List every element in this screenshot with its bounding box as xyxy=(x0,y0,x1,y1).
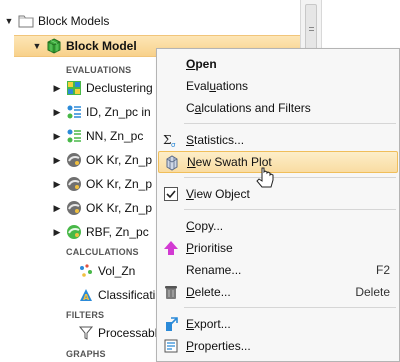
mouse-cursor-icon xyxy=(255,166,277,190)
tree-item-evaluation[interactable]: ▶ NN, Zn_pc xyxy=(52,125,156,147)
collapsed-arrow-icon[interactable]: ▶ xyxy=(52,203,62,213)
tree-item-label: OK Kr, Zn_p xyxy=(86,177,153,191)
tree-item-label: OK Kr, Zn_p xyxy=(86,153,153,167)
tree-item-label: Classificati xyxy=(98,288,156,302)
collapsed-arrow-icon[interactable]: ▶ xyxy=(52,83,62,93)
menu-item-copy[interactable]: Copy... xyxy=(158,215,398,237)
menu-separator xyxy=(184,307,396,308)
menu-item-export[interactable]: Export... xyxy=(158,313,398,335)
tree-item-calculation[interactable]: A Classificati xyxy=(78,284,156,306)
expand-arrow-icon[interactable]: ▼ xyxy=(32,41,42,51)
shortcut-label: Delete xyxy=(355,285,390,299)
menu-separator xyxy=(184,177,396,178)
shortcut-label: F2 xyxy=(375,263,390,277)
menu-item-view-object[interactable]: View Object xyxy=(158,183,398,205)
collapsed-arrow-icon[interactable]: ▶ xyxy=(52,107,62,117)
checkbox-checked-icon[interactable] xyxy=(163,186,179,202)
tree-item-label: ID, Zn_pc in xyxy=(86,105,151,119)
menu-item-properties[interactable]: Properties... xyxy=(158,335,398,357)
expand-arrow-icon[interactable]: ▼ xyxy=(4,16,14,26)
tree-item-evaluation[interactable]: ▶ RBF, Zn_pc xyxy=(52,221,156,243)
svg-text:σ: σ xyxy=(171,141,176,148)
swath-plot-icon xyxy=(164,155,180,171)
folder-icon xyxy=(18,13,34,29)
calculation-icon xyxy=(78,263,94,279)
menu-item-open[interactable]: Open xyxy=(158,53,398,75)
export-icon xyxy=(163,316,179,332)
collapsed-arrow-icon[interactable]: ▶ xyxy=(52,131,62,141)
menu-item-new-swath-plot[interactable]: New Swath Plot xyxy=(158,151,398,173)
tree-item-label: Block Models xyxy=(38,14,110,28)
tree-item-evaluation[interactable]: ▶ ID, Zn_pc in xyxy=(52,101,156,123)
tree-item-evaluation[interactable]: ▶ OK Kr, Zn_p xyxy=(52,197,156,219)
tree-item-label: Block Model xyxy=(66,39,137,53)
collapsed-arrow-icon[interactable]: ▶ xyxy=(52,227,62,237)
idw-estimator-icon xyxy=(66,104,82,120)
menu-item-prioritise[interactable]: Prioritise xyxy=(158,237,398,259)
menu-item-delete[interactable]: Delete... Delete xyxy=(158,281,398,303)
block-model-icon xyxy=(46,38,62,54)
menu-separator xyxy=(184,209,396,210)
tree-item-label: RBF, Zn_pc xyxy=(86,225,149,239)
classification-icon: A xyxy=(78,287,94,303)
kriging-icon xyxy=(66,152,82,168)
kriging-icon xyxy=(66,200,82,216)
properties-icon xyxy=(163,338,179,354)
tree-item-block-models[interactable]: ▼ Block Models xyxy=(0,10,300,32)
tree-item-label: OK Kr, Zn_p xyxy=(86,201,153,215)
tree-item-evaluation[interactable]: ▶ OK Kr, Zn_p xyxy=(52,173,156,195)
filter-icon xyxy=(78,325,94,341)
tree-item-filter[interactable]: Processable xyxy=(78,322,156,344)
menu-item-evaluations[interactable]: Evaluations xyxy=(158,75,398,97)
menu-item-rename[interactable]: Rename... F2 xyxy=(158,259,398,281)
menu-item-statistics[interactable]: Σσ Statistics... xyxy=(158,129,398,151)
statistics-icon: Σσ xyxy=(163,132,179,149)
tree-item-evaluation[interactable]: ▶ OK Kr, Zn_p xyxy=(52,149,156,171)
kriging-icon xyxy=(66,176,82,192)
prioritise-up-arrow-icon xyxy=(163,240,179,256)
trash-icon xyxy=(163,284,179,300)
tree-item-label: NN, Zn_pc xyxy=(86,129,144,143)
tree-item-label: Declustering xyxy=(86,81,153,95)
tree-item-label: Vol_Zn xyxy=(98,264,136,278)
menu-separator xyxy=(184,123,396,124)
declustering-icon xyxy=(66,80,82,96)
svg-text:A: A xyxy=(83,293,90,302)
tree-item-evaluation[interactable]: ▶ Declustering xyxy=(52,77,156,99)
graphs-heading: GRAPHS xyxy=(66,349,106,359)
collapsed-arrow-icon[interactable]: ▶ xyxy=(52,155,62,165)
collapsed-arrow-icon[interactable]: ▶ xyxy=(52,179,62,189)
tree-item-label: Processable xyxy=(98,326,156,340)
context-menu: Open Evaluations Calculations and Filter… xyxy=(156,48,400,362)
nearest-neighbour-icon xyxy=(66,128,82,144)
rbf-estimator-icon xyxy=(66,224,82,240)
tree-item-calculation[interactable]: Vol_Zn xyxy=(78,260,156,282)
menu-item-calculations-and-filters[interactable]: Calculations and Filters xyxy=(158,97,398,119)
